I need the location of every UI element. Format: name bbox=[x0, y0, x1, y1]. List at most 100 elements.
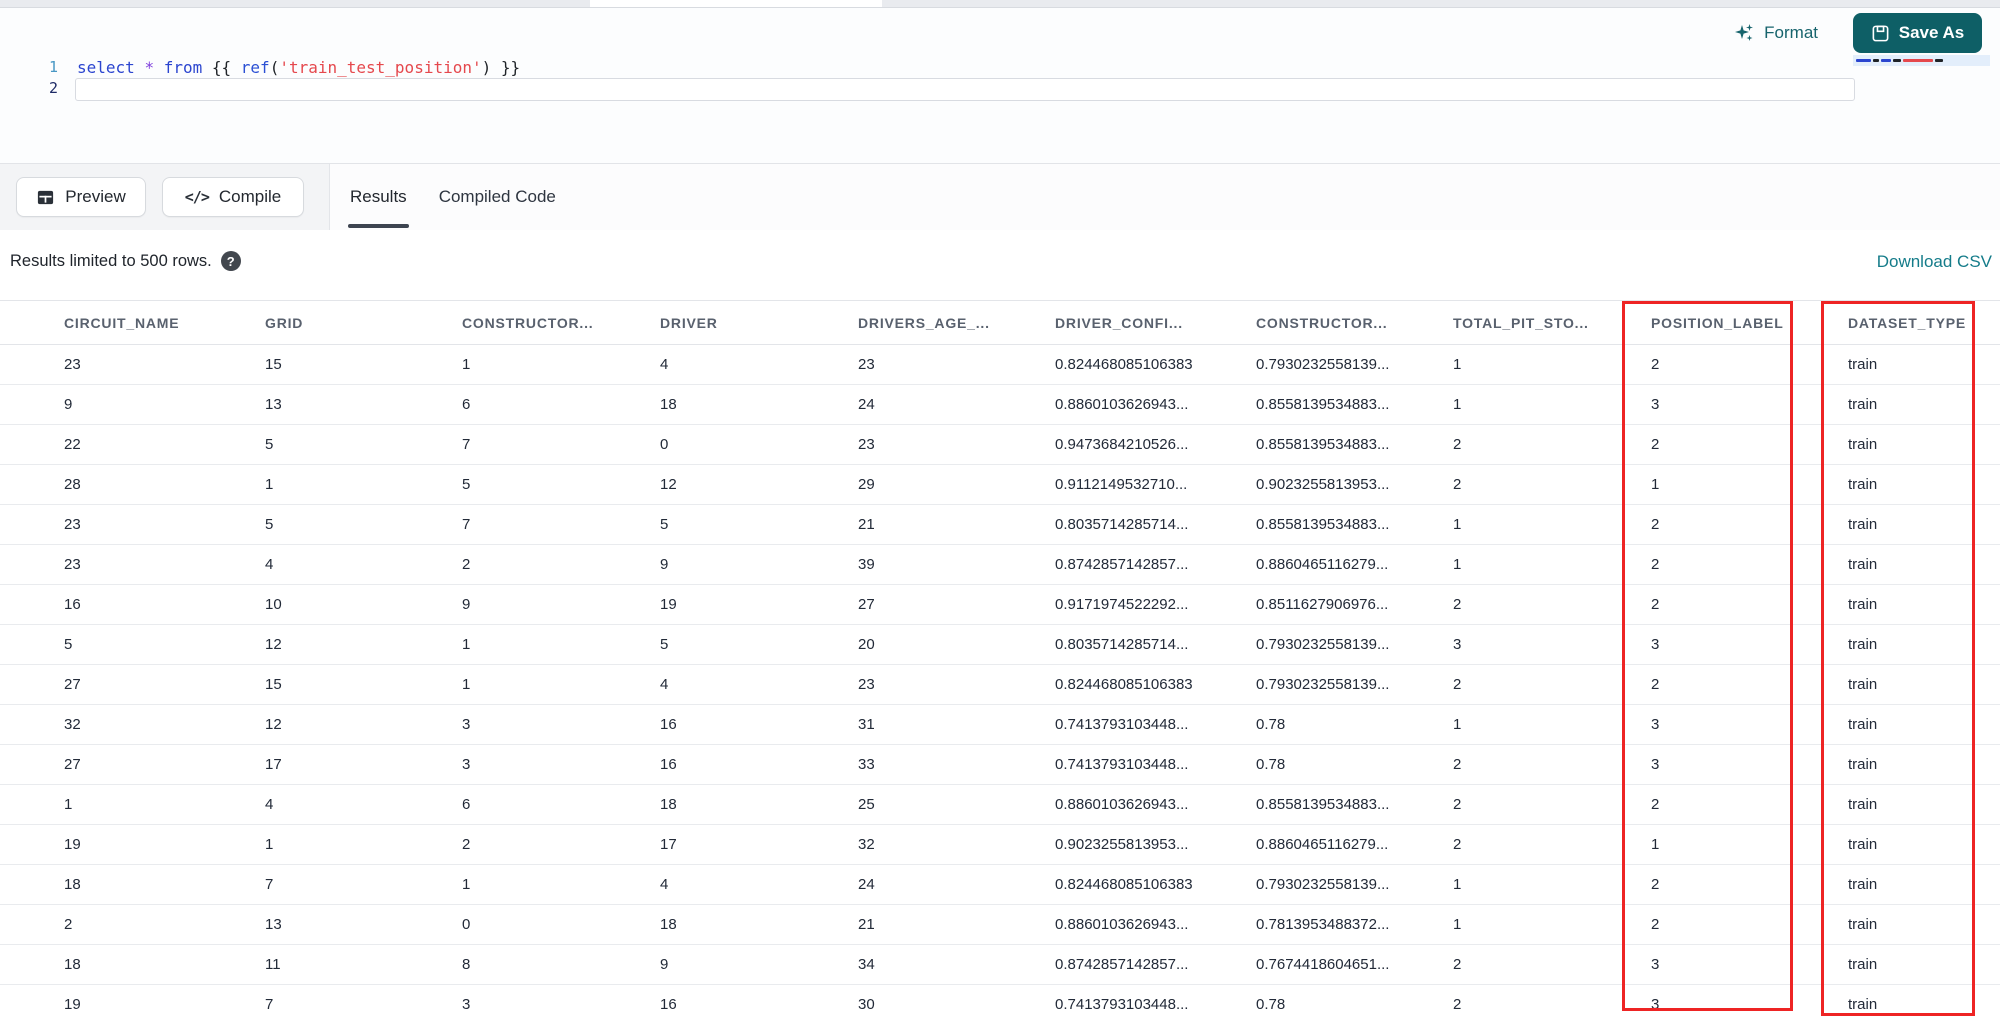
table-cell: 15 bbox=[201, 344, 398, 385]
table-cell: 13 bbox=[201, 904, 398, 945]
code-minimap[interactable] bbox=[1853, 55, 1990, 66]
download-csv-link[interactable]: Download CSV bbox=[1877, 252, 1992, 272]
table-cell: 19 bbox=[0, 824, 201, 865]
code-token: from bbox=[163, 58, 203, 77]
table-cell: 0.824468085106383 bbox=[991, 864, 1192, 905]
table-cell: 2 bbox=[1587, 904, 1784, 945]
table-cell: 28 bbox=[0, 464, 201, 505]
table-row: 27 17 3 16 33 0.7413793103448... 0.78 2 3 train bbox=[0, 744, 2000, 785]
table-cell: 19 bbox=[596, 584, 794, 625]
code-token: {{ bbox=[202, 58, 241, 77]
code-token: select bbox=[77, 58, 135, 77]
table-cell: 22 bbox=[0, 424, 201, 465]
table-cell: train bbox=[1784, 584, 2000, 625]
table-cell: 1 bbox=[398, 624, 596, 665]
table-cell: 0.7930232558139... bbox=[1192, 624, 1389, 665]
table-cell: 0.9023255813953... bbox=[991, 824, 1192, 865]
save-as-button[interactable]: Save As bbox=[1853, 13, 1982, 53]
table-cell: 3 bbox=[1587, 744, 1784, 785]
format-button[interactable]: Format bbox=[1733, 22, 1818, 44]
tab-results[interactable]: Results bbox=[348, 164, 409, 230]
table-cell: 1 bbox=[201, 464, 398, 505]
table-cell: 23 bbox=[794, 424, 991, 465]
table-cell: 0.824468085106383 bbox=[991, 664, 1192, 705]
table-cell: 3 bbox=[1587, 944, 1784, 985]
line-number-1: 1 bbox=[48, 58, 58, 76]
table-cell: 6 bbox=[398, 384, 596, 425]
table-row: 23 4 2 9 39 0.8742857142857... 0.8860465116279… bbox=[0, 544, 2000, 585]
table-cell: 30 bbox=[794, 984, 991, 1020]
table-cell: 21 bbox=[794, 904, 991, 945]
minimap-mark bbox=[1873, 59, 1879, 62]
table-cell: 1 bbox=[0, 784, 201, 825]
table-body: 23 15 1 4 23 0.824468085106383 0.7930232558139… bbox=[0, 344, 2000, 1020]
code-token: 'train_test_position' bbox=[279, 58, 482, 77]
table-cell: train bbox=[1784, 424, 2000, 465]
compile-button[interactable]: </> Compile bbox=[162, 177, 304, 217]
preview-button[interactable]: Preview bbox=[16, 177, 146, 217]
table-cell: 7 bbox=[398, 504, 596, 545]
table-cell: 0.8558139534883... bbox=[1192, 504, 1389, 545]
table-cell: 1 bbox=[398, 344, 596, 385]
table-cell: train bbox=[1784, 704, 2000, 745]
table-cell: 2 bbox=[1389, 784, 1587, 825]
format-label: Format bbox=[1764, 23, 1818, 42]
table-cell: 3 bbox=[398, 984, 596, 1020]
column-header: DATASET_TYPE bbox=[1784, 300, 2000, 345]
column-header: DRIVER bbox=[596, 300, 794, 345]
table-cell: 27 bbox=[0, 664, 201, 705]
table-cell: 0.78 bbox=[1192, 704, 1389, 745]
question-mark-icon[interactable]: ? bbox=[220, 251, 241, 271]
sql-editor[interactable]: 1 2 select * from {{ ref('train_test_pos… bbox=[0, 8, 2000, 163]
table-cell: 0.8511627906976... bbox=[1192, 584, 1389, 625]
table-cell: 19 bbox=[0, 984, 201, 1020]
tab-compiled-code[interactable]: Compiled Code bbox=[437, 164, 558, 230]
table-cell: 5 bbox=[398, 464, 596, 505]
table-cell: 0.8035714285714... bbox=[991, 504, 1192, 545]
table-cell: 3 bbox=[398, 744, 596, 785]
table-cell: 1 bbox=[201, 824, 398, 865]
table-row: 23 5 7 5 21 0.8035714285714... 0.8558139534883… bbox=[0, 504, 2000, 545]
table-cell: 3 bbox=[1587, 624, 1784, 665]
table-cell: 20 bbox=[794, 624, 991, 665]
table-cell: 0.8558139534883... bbox=[1192, 784, 1389, 825]
table-cell: 7 bbox=[201, 864, 398, 905]
table-cell: 0.9023255813953... bbox=[1192, 464, 1389, 505]
table-cell: 16 bbox=[596, 744, 794, 785]
table-cell: 0.7813953488372... bbox=[1192, 904, 1389, 945]
results-tabs: Results Compiled Code bbox=[348, 164, 558, 230]
table-cell: 3 bbox=[1389, 624, 1587, 665]
table-cell: 2 bbox=[1389, 424, 1587, 465]
table-cell: 32 bbox=[794, 824, 991, 865]
row-limit-note: Results limited to 500 rows. ? bbox=[10, 251, 241, 271]
table-cell: train bbox=[1784, 904, 2000, 945]
table-cell: 2 bbox=[1587, 544, 1784, 585]
table-cell: 34 bbox=[794, 944, 991, 985]
table-row: 9 13 6 18 24 0.8860103626943... 0.855813953488… bbox=[0, 384, 2000, 425]
table-cell: 0.8742857142857... bbox=[991, 944, 1192, 985]
table-cell: train bbox=[1784, 784, 2000, 825]
table-cell: 0.7413793103448... bbox=[991, 984, 1192, 1020]
row-limit-text: Results limited to 500 rows. bbox=[10, 251, 212, 270]
table-cell: train bbox=[1784, 464, 2000, 505]
table-cell: 17 bbox=[201, 744, 398, 785]
table-cell: 12 bbox=[596, 464, 794, 505]
table-cell: 2 bbox=[1389, 944, 1587, 985]
active-line-cursor-box[interactable] bbox=[75, 78, 1855, 101]
table-cell: 17 bbox=[596, 824, 794, 865]
table-cell: 0.7413793103448... bbox=[991, 744, 1192, 785]
table-cell: 13 bbox=[201, 384, 398, 425]
table-cell: train bbox=[1784, 544, 2000, 585]
table-cell: 3 bbox=[1587, 384, 1784, 425]
table-cell: 27 bbox=[794, 584, 991, 625]
column-header: GRID bbox=[201, 300, 398, 345]
table-icon bbox=[36, 188, 55, 207]
results-info-bar: Results limited to 500 rows. ? Download … bbox=[0, 230, 2000, 300]
active-file-tab[interactable] bbox=[590, 0, 882, 7]
table-cell: 0.9112149532710... bbox=[991, 464, 1192, 505]
table-cell: 18 bbox=[596, 784, 794, 825]
table-cell: train bbox=[1784, 344, 2000, 385]
table-cell: 0.7930232558139... bbox=[1192, 664, 1389, 705]
table-cell: 4 bbox=[596, 864, 794, 905]
code-line-1[interactable]: select * from {{ ref('train_test_positio… bbox=[77, 57, 520, 78]
